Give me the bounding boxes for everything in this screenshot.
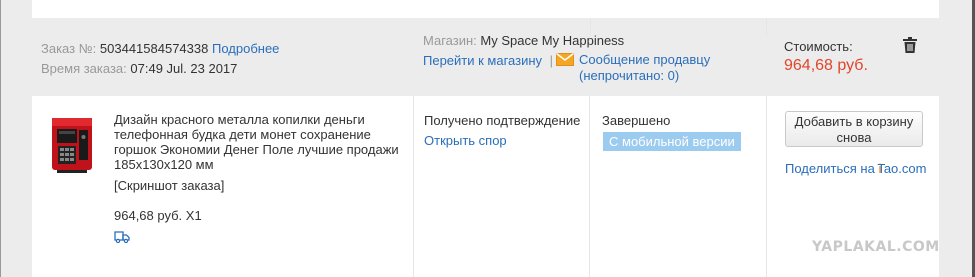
order-header: Заказ №: 503441584574338 Подробнее Время…: [32, 18, 939, 96]
open-dispute-link[interactable]: Открыть спор: [424, 133, 507, 148]
order-number: Заказ №: 503441584574338 Подробнее: [41, 41, 279, 56]
message-seller[interactable]: Сообщение продавцу (непрочитано: 0): [579, 52, 710, 84]
product-title-line[interactable]: горшок Экономии Денег Поле лучшие продаж…: [114, 142, 399, 157]
store-label: Магазин:: [423, 33, 477, 48]
order-number-label: Заказ №:: [41, 41, 97, 56]
trash-icon[interactable]: [903, 37, 917, 53]
order-status: Завершено: [602, 113, 671, 128]
store-info: Магазин: My Space My Happiness: [423, 33, 624, 48]
watermark: YAPLAKAL.COM: [812, 239, 940, 255]
product-title-line[interactable]: Дизайн красного металла копилки деньги: [114, 112, 399, 127]
previous-row-strip: [32, 0, 939, 18]
unread-count[interactable]: (непрочитано: 0): [579, 68, 710, 84]
divider: [766, 18, 767, 36]
itao-logo-text[interactable]: Tao.com: [877, 161, 926, 176]
order-snapshot-link[interactable]: [Скриншот заказа]: [114, 178, 224, 193]
product-image[interactable]: [49, 115, 95, 173]
message-seller-link[interactable]: Сообщение продавцу: [579, 52, 710, 68]
order-details-link[interactable]: Подробнее: [212, 41, 279, 56]
mobile-version-badge: С мобильной версии: [603, 132, 741, 151]
order-total-price: 964,68 руб.: [784, 57, 868, 74]
go-to-store-link[interactable]: Перейти к магазину: [423, 53, 542, 68]
confirmation-status: Получено подтверждение: [424, 113, 581, 128]
order-time: Время заказа: 07:49 Jul. 23 2017: [41, 61, 237, 76]
share-on-itao[interactable]: Поделиться на iTao.com: [785, 161, 926, 176]
order-time-value: 07:49 Jul. 23 2017: [130, 61, 238, 76]
add-to-cart-again-button[interactable]: Добавить в корзину снова: [785, 111, 923, 147]
product-title[interactable]: Дизайн красного металла копилки деньги т…: [114, 112, 399, 172]
divider: [413, 96, 414, 277]
cost-label: Стоимость:: [784, 39, 853, 54]
product-price-qty: 964,68 руб. X1: [114, 208, 202, 223]
window-border-left: [0, 0, 1, 277]
share-label[interactable]: Поделиться на: [785, 161, 875, 176]
product-title-line[interactable]: 185x130x120 мм: [114, 157, 399, 172]
order-card: Заказ №: 503441584574338 Подробнее Время…: [32, 18, 939, 277]
divider: [766, 96, 767, 277]
divider: [589, 96, 590, 277]
mail-icon[interactable]: [556, 53, 574, 66]
store-separator: |: [549, 53, 554, 68]
order-number-value: 503441584574338: [99, 41, 209, 56]
add-to-cart-label-line1: Добавить в корзину: [794, 114, 914, 129]
shipping-icon[interactable]: [114, 231, 130, 243]
product-title-line[interactable]: телефонная будка дети монет сохранение: [114, 127, 399, 142]
store-actions: Перейти к магазину |: [423, 53, 557, 68]
order-time-label: Время заказа:: [41, 61, 127, 76]
store-name: My Space My Happiness: [480, 33, 625, 48]
add-to-cart-label-line2: снова: [836, 130, 872, 145]
divider: [590, 18, 591, 36]
